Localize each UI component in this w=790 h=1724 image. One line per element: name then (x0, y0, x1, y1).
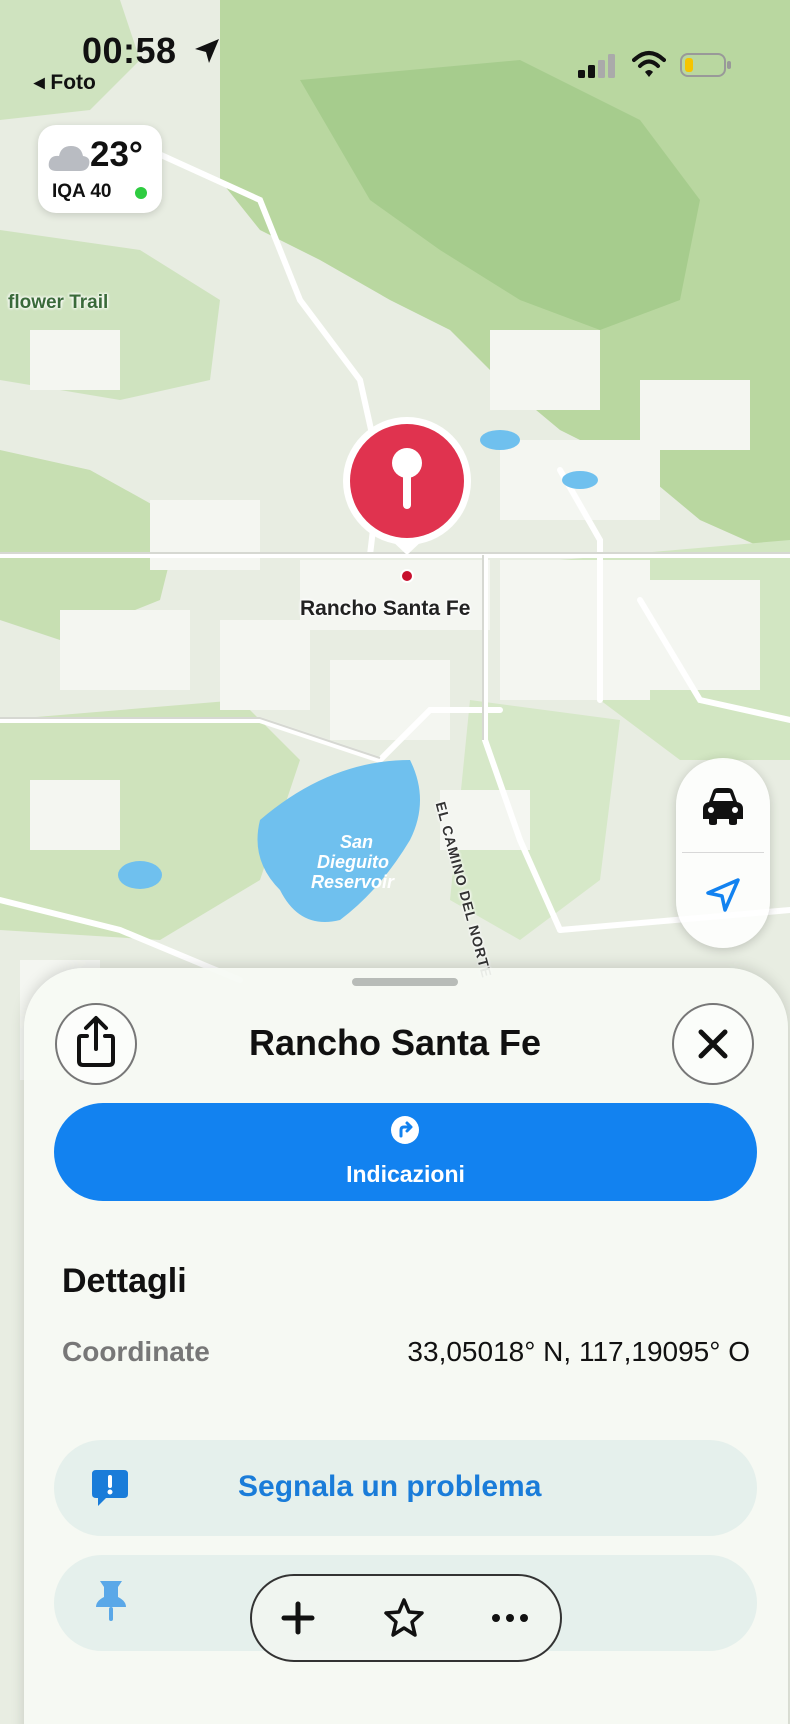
directions-button[interactable]: Indicazioni (54, 1103, 757, 1201)
location-services-icon (195, 39, 219, 63)
cloud-icon (48, 146, 90, 171)
maps-screen: flower Trail San Dieguito Reservoir EL C… (0, 0, 790, 1724)
pin-place-label[interactable]: Rancho Santa Fe (300, 597, 470, 621)
ellipsis-icon[interactable] (488, 1596, 532, 1640)
location-arrow-icon[interactable] (704, 876, 742, 914)
weather-widget[interactable]: 23° IQA 40 (38, 125, 162, 213)
plus-icon[interactable] (276, 1596, 320, 1640)
report-problem-label: Segnala un problema (238, 1470, 542, 1503)
details-heading: Dettagli (62, 1262, 187, 1300)
action-toolbar (250, 1574, 562, 1662)
wifi-icon (632, 51, 666, 77)
reservoir-label-3: Reservoir (311, 872, 395, 892)
air-quality-indicator (135, 187, 147, 199)
exclamation-bubble-icon (92, 1470, 128, 1506)
map-pin-icon[interactable] (338, 415, 476, 585)
close-icon (698, 1029, 728, 1059)
status-time: 00:58 (82, 30, 177, 71)
reservoir-label-2: Dieguito (317, 852, 389, 872)
coordinates-label: Coordinate (62, 1336, 210, 1367)
coordinates-value[interactable]: 33,05018° N, 117,19095° O (407, 1336, 750, 1368)
pushpin-icon (96, 1581, 126, 1621)
turn-right-icon (391, 1116, 419, 1144)
map-controls (676, 758, 770, 948)
report-problem-button[interactable]: Segnala un problema (54, 1440, 757, 1536)
back-to-app-link[interactable]: ◂ Foto (34, 70, 96, 95)
trail-label: flower Trail (8, 292, 109, 313)
star-icon[interactable] (382, 1596, 426, 1640)
battery-icon (680, 53, 731, 77)
close-button[interactable] (672, 1003, 754, 1085)
car-icon[interactable] (701, 786, 745, 826)
cellular-signal-icon (578, 54, 615, 78)
air-quality-label: IQA 40 (52, 181, 112, 202)
temperature: 23° (90, 135, 143, 174)
sheet-grabber[interactable] (352, 978, 458, 986)
reservoir-label-1: San (340, 832, 374, 852)
directions-label: Indicazioni (346, 1161, 465, 1187)
status-bar: 00:58 ◂ Foto (0, 0, 790, 110)
